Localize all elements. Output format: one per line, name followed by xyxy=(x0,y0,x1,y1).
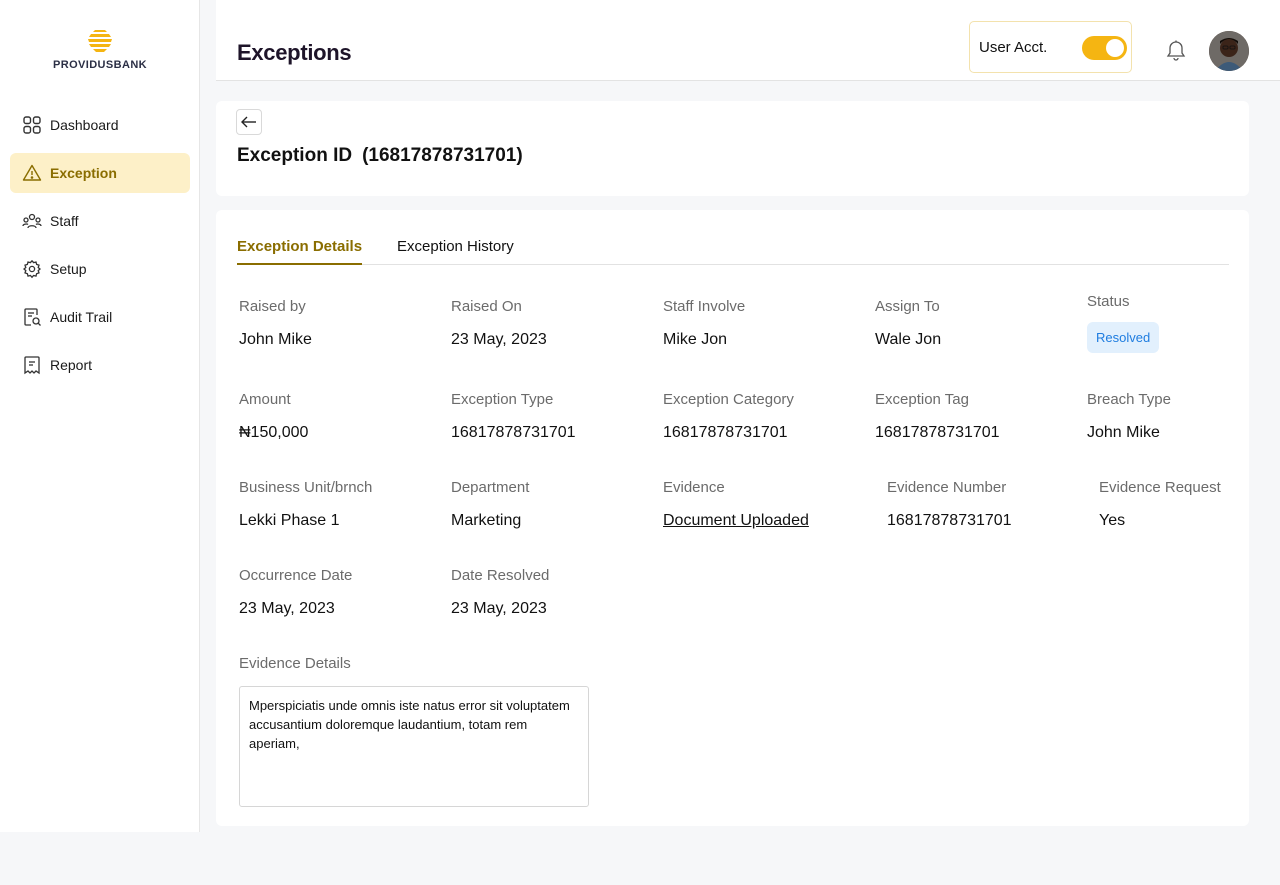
sidebar-item-setup[interactable]: Setup xyxy=(10,249,190,289)
field-value: Yes xyxy=(1099,512,1126,529)
field-label: Assign To xyxy=(875,298,940,315)
tab-exception-details[interactable]: Exception Details xyxy=(237,238,363,265)
staff-icon xyxy=(22,211,42,231)
audit-icon xyxy=(22,307,42,327)
sidebar-item-report[interactable]: Report xyxy=(10,345,190,385)
field-breach-type: Breach Type John Mike xyxy=(1087,391,1171,442)
brand-name: PROVIDUSBANK xyxy=(52,59,148,71)
sidebar-item-label: Dashboard xyxy=(50,117,119,133)
sidebar-item-exception[interactable]: Exception xyxy=(10,153,190,193)
field-label: Breach Type xyxy=(1087,391,1171,408)
sidebar-item-dashboard[interactable]: Dashboard xyxy=(10,105,190,145)
status-badge: Resolved xyxy=(1087,322,1160,353)
page-title: Exceptions xyxy=(237,40,352,65)
field-exception-tag: Exception Tag 16817878731701 xyxy=(875,391,1000,442)
field-label: Department xyxy=(451,479,530,496)
field-business-unit: Business Unit/brnch Lekki Phase 1 xyxy=(239,479,372,530)
field-label: Amount xyxy=(239,391,291,408)
field-evidence-number: Evidence Number 16817878731701 xyxy=(887,479,1012,530)
user-account-switch: User Acct. xyxy=(969,21,1132,73)
field-label: Date Resolved xyxy=(451,567,550,584)
field-label: Occurrence Date xyxy=(239,567,353,584)
top-bar: Exceptions User Acct. xyxy=(216,0,1280,81)
tab-exception-history[interactable]: Exception History xyxy=(397,238,514,263)
field-value: Wale Jon xyxy=(875,331,942,348)
field-value: 16817878731701 xyxy=(875,424,1000,441)
field-label: Raised by xyxy=(239,298,306,315)
user-avatar-icon xyxy=(1209,31,1249,71)
field-value: Lekki Phase 1 xyxy=(239,512,340,529)
user-account-toggle[interactable] xyxy=(1082,36,1127,60)
exception-id-value: (16817878731701) xyxy=(362,145,523,166)
field-label: Business Unit/brnch xyxy=(239,479,373,496)
field-label: Evidence Request xyxy=(1099,479,1221,496)
field-label: Evidence xyxy=(663,479,725,496)
user-account-label: User Acct. xyxy=(979,39,1048,56)
bell-icon[interactable] xyxy=(1165,39,1187,63)
field-assign-to: Assign To Wale Jon xyxy=(875,298,941,349)
field-label: Exception Tag xyxy=(875,391,969,408)
evidence-details-textarea[interactable]: Mperspiciatis unde omnis iste natus erro… xyxy=(239,686,589,807)
sidebar-nav: Dashboard Exception Staff Setup Audit Tr… xyxy=(10,105,190,393)
sidebar-item-label: Audit Trail xyxy=(50,309,113,325)
field-status: Status Resolved xyxy=(1087,293,1160,353)
field-value: 16817878731701 xyxy=(887,512,1012,529)
field-value: Marketing xyxy=(451,512,522,529)
field-value: ₦150,000 xyxy=(239,424,309,441)
sidebar-item-label: Report xyxy=(50,357,93,373)
field-value: John Mike xyxy=(1087,424,1160,441)
field-raised-by: Raised by John Mike xyxy=(239,298,312,349)
field-evidence-request: Evidence Request Yes xyxy=(1099,479,1221,530)
toggle-knob xyxy=(1106,39,1124,57)
brand-logo[interactable]: PROVIDUSBANK xyxy=(0,28,200,71)
gear-icon xyxy=(22,259,42,279)
warning-icon xyxy=(22,163,42,183)
field-value: 16817878731701 xyxy=(663,424,788,441)
field-value: 23 May, 2023 xyxy=(451,600,547,617)
field-raised-on: Raised On 23 May, 2023 xyxy=(451,298,547,349)
sidebar-item-audit-trail[interactable]: Audit Trail xyxy=(10,297,190,337)
field-evidence: Evidence Document Uploaded xyxy=(663,479,809,530)
field-value: Mike Jon xyxy=(663,331,728,348)
field-amount: Amount ₦150,000 xyxy=(239,391,308,442)
field-label: Evidence Details xyxy=(239,655,351,672)
field-value: 23 May, 2023 xyxy=(451,331,547,348)
exception-id-heading: Exception ID (16817878731701) xyxy=(237,145,523,167)
field-value: 16817878731701 xyxy=(451,424,576,441)
field-department: Department Marketing xyxy=(451,479,529,530)
evidence-document-link[interactable]: Document Uploaded xyxy=(663,512,809,530)
field-label: Exception Type xyxy=(451,391,554,408)
field-value: 23 May, 2023 xyxy=(239,600,335,617)
field-date-resolved: Date Resolved 23 May, 2023 xyxy=(451,567,549,618)
sidebar-item-staff[interactable]: Staff xyxy=(10,201,190,241)
field-label: Raised On xyxy=(451,298,522,315)
report-icon xyxy=(22,355,42,375)
field-exception-type: Exception Type 16817878731701 xyxy=(451,391,576,442)
detail-tabs: Exception Details Exception History xyxy=(237,238,1229,265)
field-value: John Mike xyxy=(239,331,312,348)
field-evidence-details: Evidence Details xyxy=(239,655,351,672)
avatar[interactable] xyxy=(1209,31,1249,71)
field-staff-involve: Staff Involve Mike Jon xyxy=(663,298,745,349)
field-label: Exception Category xyxy=(663,391,794,408)
arrow-left-icon xyxy=(241,116,256,128)
field-label: Evidence Number xyxy=(887,479,1007,496)
exception-header-card: Exception ID (16817878731701) xyxy=(216,101,1249,196)
field-label: Status xyxy=(1087,293,1130,310)
field-occurrence-date: Occurrence Date 23 May, 2023 xyxy=(239,567,352,618)
field-label: Staff Involve xyxy=(663,298,746,315)
grid-icon xyxy=(22,115,42,135)
exception-detail-card: Exception Details Exception History Rais… xyxy=(216,210,1249,826)
sidebar: PROVIDUSBANK Dashboard Exception Staff S… xyxy=(0,0,200,832)
field-exception-category: Exception Category 16817878731701 xyxy=(663,391,794,442)
sidebar-item-label: Exception xyxy=(50,165,117,181)
sidebar-item-label: Setup xyxy=(50,261,87,277)
providus-logo-icon xyxy=(88,30,112,52)
back-button[interactable] xyxy=(236,109,262,135)
sidebar-item-label: Staff xyxy=(50,213,79,229)
exception-id-label: Exception ID xyxy=(237,145,353,166)
